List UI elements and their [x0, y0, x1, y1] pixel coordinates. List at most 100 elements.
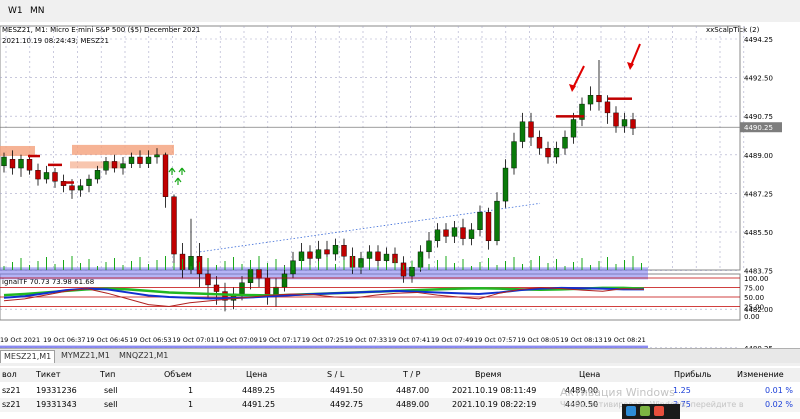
cell-time: 2021.10.19 08:11:49 [452, 386, 537, 395]
green-arrow-icon [174, 177, 182, 185]
candle-body [171, 196, 177, 255]
cell-price: 4489.25 [242, 386, 276, 395]
candle-body [332, 245, 339, 255]
candle-body [43, 172, 50, 180]
price-tick-label: 4489.00 [744, 152, 773, 160]
cell-symbol: sz21 [2, 400, 21, 409]
cell-profit: 1.25 [673, 386, 691, 395]
timeframe-w1-button[interactable]: W1 [4, 3, 27, 19]
cell-tp: 4489.00 [396, 400, 430, 409]
candle-body [315, 249, 322, 259]
candle-body [77, 185, 84, 191]
cell-time: 2021.10.19 08:22:19 [452, 400, 537, 409]
time-label: 19 Oct 07:57 [474, 336, 516, 344]
tab-mnqz21[interactable]: MNQZ21,M1 [116, 350, 171, 362]
timeframe-mn-button[interactable]: MN [26, 3, 49, 19]
table-row[interactable]: sz21 19331236 sell 1 4489.25 4491.50 448… [0, 384, 800, 398]
indicator-name: xxScalpTick (2) [706, 26, 760, 34]
col-time[interactable]: Время [475, 368, 501, 382]
col-ticket[interactable]: Тикет [36, 368, 61, 382]
chart-area[interactable]: MESZ21, M1: Micro E-mini S&P 500 ($5) De… [0, 22, 800, 357]
candle-body [596, 95, 602, 103]
col-tp[interactable]: T / P [403, 368, 421, 382]
cell-ticket: 19331236 [36, 386, 77, 395]
osc-tick-label: 75.00 [744, 285, 764, 293]
cell-volume: 1 [188, 386, 194, 395]
time-label: 19 Oct 07:09 [216, 336, 258, 344]
logo-square-icon [640, 406, 650, 416]
col-profit[interactable]: Прибыль [674, 368, 711, 382]
col-symbol[interactable]: вол [2, 368, 17, 382]
tab-mymz21[interactable]: MYMZ21,M1 [58, 350, 113, 362]
candle-body [545, 147, 551, 158]
cell-change: 0.02 % [765, 400, 793, 409]
signal-marker [64, 181, 74, 184]
col-volume[interactable]: Объем [164, 368, 192, 382]
cell-ticket: 19331343 [36, 400, 77, 409]
cell-type: sell [104, 400, 118, 409]
candle-body [502, 167, 509, 202]
time-label: 19 Oct 2021 [0, 336, 40, 344]
candle-body [26, 159, 33, 171]
price-chart[interactable]: MESZ21, M1: Micro E-mini S&P 500 ($5) De… [0, 22, 800, 357]
candle-body [111, 161, 118, 169]
candle-body [239, 282, 245, 294]
cell-volume: 1 [188, 400, 194, 409]
price-tick-label: 4492.50 [744, 75, 773, 83]
time-label: 19 Oct 07:01 [172, 336, 214, 344]
candle-body [341, 245, 347, 257]
time-label: 19 Oct 08:05 [517, 336, 559, 344]
time-label: 19 Oct 07:41 [388, 336, 430, 344]
green-arrow-icon [178, 167, 186, 175]
timeframe-toolbar: W1 MN [0, 0, 800, 23]
cell-tp: 4487.00 [396, 386, 430, 395]
cell-sl: 4492.75 [330, 400, 364, 409]
candle-body [383, 253, 390, 261]
candle-body [35, 170, 41, 180]
trade-table: вол Тикет Тип Объем Цена S / L T / P Вре… [0, 366, 800, 419]
candle-body [281, 273, 288, 288]
candle-body [247, 269, 254, 283]
supply-zone [0, 145, 35, 156]
green-arrow-icon [168, 167, 176, 175]
tab-mesz21[interactable]: MESZ21,M1 [0, 350, 56, 363]
price-tick-label: 4494.25 [744, 36, 773, 44]
time-label: 19 Oct 07:33 [345, 336, 387, 344]
candle-body [366, 251, 373, 259]
col-current-price[interactable]: Цена [579, 368, 600, 382]
candle-body [604, 101, 611, 114]
candle-body [162, 154, 169, 197]
candle-body [528, 121, 534, 138]
supply-zone [72, 144, 174, 155]
cell-price: 4491.25 [242, 400, 276, 409]
osc-tick-label: 50.00 [744, 294, 764, 302]
candle-body [213, 284, 220, 292]
signal-marker [556, 115, 584, 118]
col-type[interactable]: Тип [100, 368, 115, 382]
logo-square-icon [654, 406, 664, 416]
osc-tick-label: 25.00 [744, 304, 764, 312]
candle-body [52, 172, 58, 182]
candle-body [485, 211, 492, 242]
table-header: вол Тикет Тип Объем Цена S / L T / P Вре… [0, 368, 800, 382]
candle-body [426, 240, 432, 253]
time-label: 19 Oct 07:17 [259, 336, 301, 344]
candle-body [103, 161, 109, 171]
app-logo [622, 404, 680, 419]
candle-body [477, 211, 483, 230]
candle-body [553, 147, 560, 158]
cell-symbol: sz21 [2, 386, 21, 395]
candle-body [494, 200, 500, 242]
time-label: 19 Oct 07:49 [431, 336, 473, 344]
candle-body [460, 227, 466, 239]
cell-change: 0.01 % [765, 386, 793, 395]
col-price[interactable]: Цена [246, 368, 267, 382]
candle-body [375, 251, 381, 261]
time-label: 19 Oct 06:53 [129, 336, 171, 344]
candle-body [128, 156, 135, 164]
col-sl[interactable]: S / L [327, 368, 344, 382]
col-change[interactable]: Изменение [737, 368, 784, 382]
price-tick-label: 4490.75 [744, 113, 773, 121]
candle-body [120, 163, 126, 169]
candle-body [511, 141, 517, 169]
